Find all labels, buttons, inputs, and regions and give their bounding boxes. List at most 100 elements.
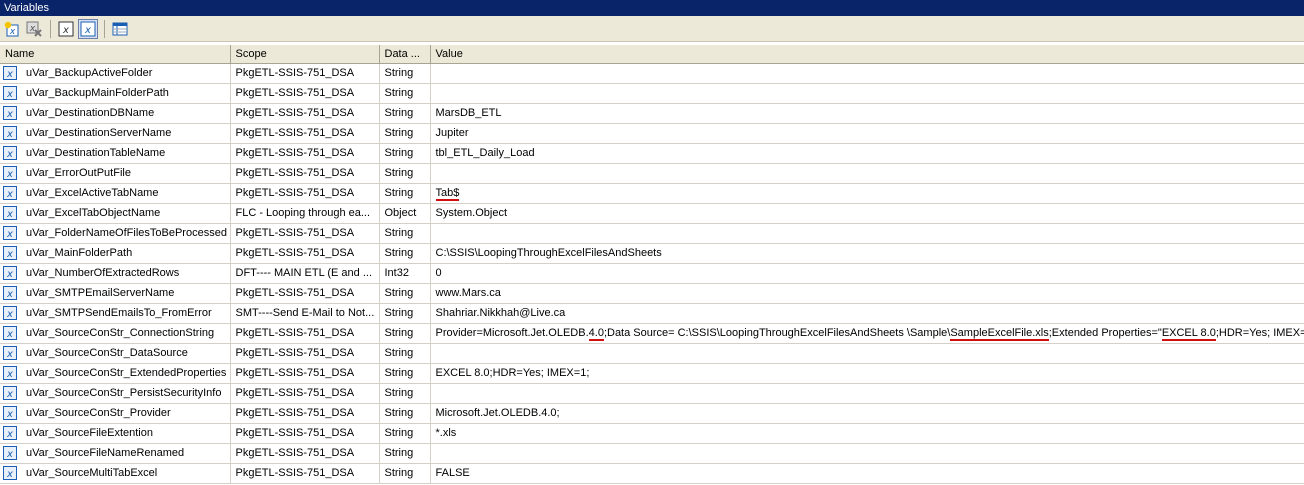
variable-data-type-cell[interactable]: String <box>379 343 431 364</box>
variable-name-cell[interactable]: x uVar_SourceConStr_ExtendedProperties <box>0 363 231 384</box>
variable-data-type-cell[interactable]: String <box>379 323 431 344</box>
delete-variable-button[interactable]: x <box>24 19 44 39</box>
variable-data-type-cell[interactable]: String <box>379 123 431 144</box>
variable-scope-cell[interactable]: DFT---- MAIN ETL (E and ... <box>230 263 380 284</box>
variable-value-cell[interactable] <box>430 383 1304 404</box>
table-row[interactable]: x uVar_BackupMainFolderPath PkgETL-SSIS-75… <box>0 83 1304 104</box>
variable-scope-cell[interactable]: PkgETL-SSIS-751_DSA <box>230 423 380 444</box>
variable-scope-cell[interactable]: PkgETL-SSIS-751_DSA <box>230 343 380 364</box>
table-row[interactable]: x uVar_SourceFileExtention PkgETL-SSIS-751… <box>0 423 1304 444</box>
table-row[interactable]: x uVar_SourceConStr_ConnectionString PkgET… <box>0 323 1304 344</box>
variable-data-type-cell[interactable]: String <box>379 103 431 124</box>
variable-name-cell[interactable]: x uVar_SourceConStr_PersistSecurityInfo <box>0 383 231 404</box>
variable-name-cell[interactable]: x uVar_FolderNameOfFilesToBeProcessed <box>0 223 231 244</box>
variable-data-type-cell[interactable]: String <box>379 443 431 464</box>
variable-name-cell[interactable]: x uVar_SourceMultiTabExcel <box>0 463 231 484</box>
variable-scope-cell[interactable]: PkgETL-SSIS-751_DSA <box>230 243 380 264</box>
variable-scope-cell[interactable]: PkgETL-SSIS-751_DSA <box>230 323 380 344</box>
variable-name-cell[interactable]: x uVar_SourceConStr_ConnectionString <box>0 323 231 344</box>
variable-scope-cell[interactable]: PkgETL-SSIS-751_DSA <box>230 103 380 124</box>
variable-scope-cell[interactable]: PkgETL-SSIS-751_DSA <box>230 383 380 404</box>
variable-data-type-cell[interactable]: String <box>379 223 431 244</box>
variable-name-cell[interactable]: x uVar_BackupActiveFolder <box>0 63 231 84</box>
variable-value-cell[interactable]: EXCEL 8.0;HDR=Yes; IMEX=1; <box>430 363 1304 384</box>
variable-value-cell[interactable]: Microsoft.Jet.OLEDB.4.0; <box>430 403 1304 424</box>
variable-scope-cell[interactable]: PkgETL-SSIS-751_DSA <box>230 443 380 464</box>
table-row[interactable]: x uVar_SourceMultiTabExcel PkgETL-SSIS-751… <box>0 463 1304 484</box>
variable-value-cell[interactable]: Jupiter <box>430 123 1304 144</box>
table-row[interactable]: x uVar_NumberOfExtractedRows DFT---- MAIN … <box>0 263 1304 284</box>
variable-value-cell[interactable]: *.xls <box>430 423 1304 444</box>
table-row[interactable]: x uVar_ErrorOutPutFile PkgETL-SSIS-751_DSA… <box>0 163 1304 184</box>
variable-scope-cell[interactable]: FLC - Looping through ea... <box>230 203 380 224</box>
table-row[interactable]: x uVar_FolderNameOfFilesToBeProcessed PkgE… <box>0 223 1304 244</box>
variable-data-type-cell[interactable]: String <box>379 183 431 204</box>
variable-value-cell[interactable] <box>430 83 1304 104</box>
variable-data-type-cell[interactable]: String <box>379 63 431 84</box>
variable-value-cell[interactable] <box>430 343 1304 364</box>
variable-value-cell[interactable]: www.Mars.ca <box>430 283 1304 304</box>
variable-scope-cell[interactable]: PkgETL-SSIS-751_DSA <box>230 363 380 384</box>
variable-value-cell[interactable] <box>430 443 1304 464</box>
table-row[interactable]: x uVar_DestinationDBName PkgETL-SSIS-751_D… <box>0 103 1304 124</box>
variable-data-type-cell[interactable]: String <box>379 143 431 164</box>
variable-name-cell[interactable]: x uVar_SourceFileNameRenamed <box>0 443 231 464</box>
variable-value-cell[interactable] <box>430 223 1304 244</box>
show-all-variables-button[interactable]: x <box>78 18 98 39</box>
variable-data-type-cell[interactable]: String <box>379 463 431 484</box>
column-header-name[interactable]: Name <box>0 45 231 64</box>
variable-scope-cell[interactable]: PkgETL-SSIS-751_DSA <box>230 223 380 244</box>
variable-name-cell[interactable]: x uVar_ErrorOutPutFile <box>0 163 231 184</box>
table-row[interactable]: x uVar_SourceConStr_DataSource PkgETL-SSIS… <box>0 343 1304 364</box>
table-row[interactable]: x uVar_ExcelTabObjectName FLC - Looping th… <box>0 203 1304 224</box>
variable-value-cell[interactable]: FALSE <box>430 463 1304 484</box>
variable-name-cell[interactable]: x uVar_DestinationTableName <box>0 143 231 164</box>
variable-data-type-cell[interactable]: String <box>379 83 431 104</box>
variable-data-type-cell[interactable]: Int32 <box>379 263 431 284</box>
variable-value-cell[interactable] <box>430 163 1304 184</box>
table-row[interactable]: x uVar_SourceFileNameRenamed PkgETL-SSIS-7… <box>0 443 1304 464</box>
variable-scope-cell[interactable]: PkgETL-SSIS-751_DSA <box>230 163 380 184</box>
add-variable-button[interactable]: x <box>2 19 22 39</box>
variable-scope-cell[interactable]: PkgETL-SSIS-751_DSA <box>230 123 380 144</box>
variable-scope-cell[interactable]: PkgETL-SSIS-751_DSA <box>230 63 380 84</box>
column-header-scope[interactable]: Scope <box>230 45 380 64</box>
variable-name-cell[interactable]: x uVar_DestinationServerName <box>0 123 231 144</box>
variable-name-cell[interactable]: x uVar_ExcelTabObjectName <box>0 203 231 224</box>
variable-value-cell[interactable]: 0 <box>430 263 1304 284</box>
variable-value-cell[interactable]: MarsDB_ETL <box>430 103 1304 124</box>
table-row[interactable]: x uVar_ExcelActiveTabName PkgETL-SSIS-751_… <box>0 183 1304 204</box>
variable-value-cell[interactable]: System.Object <box>430 203 1304 224</box>
variable-value-cell[interactable]: C:\SSIS\LoopingThroughExcelFilesAndSheet… <box>430 243 1304 264</box>
table-row[interactable]: x uVar_MainFolderPath PkgETL-SSIS-751_DSA S… <box>0 243 1304 264</box>
table-row[interactable]: x uVar_DestinationTableName PkgETL-SSIS-75… <box>0 143 1304 164</box>
variable-scope-cell[interactable]: PkgETL-SSIS-751_DSA <box>230 143 380 164</box>
variable-scope-cell[interactable]: PkgETL-SSIS-751_DSA <box>230 183 380 204</box>
table-row[interactable]: x uVar_SMTPSendEmailsTo_FromError SMT----S… <box>0 303 1304 324</box>
choose-columns-button[interactable] <box>110 19 130 39</box>
variable-name-cell[interactable]: x uVar_SourceFileExtention <box>0 423 231 444</box>
variable-value-cell[interactable]: Provider=Microsoft.Jet.OLEDB.4.0;Data So… <box>430 323 1304 344</box>
table-row[interactable]: x uVar_SourceConStr_ExtendedProperties Pkg… <box>0 363 1304 384</box>
variable-data-type-cell[interactable]: Object <box>379 203 431 224</box>
table-row[interactable]: x uVar_DestinationServerName PkgETL-SSIS-7… <box>0 123 1304 144</box>
table-row[interactable]: x uVar_SourceConStr_PersistSecurityInfo Pk… <box>0 383 1304 404</box>
variable-name-cell[interactable]: x uVar_SourceConStr_DataSource <box>0 343 231 364</box>
variable-name-cell[interactable]: x uVar_DestinationDBName <box>0 103 231 124</box>
variable-name-cell[interactable]: x uVar_SourceConStr_Provider <box>0 403 231 424</box>
variable-data-type-cell[interactable]: String <box>379 423 431 444</box>
variable-name-cell[interactable]: x uVar_MainFolderPath <box>0 243 231 264</box>
variable-name-cell[interactable]: x uVar_SMTPEmailServerName <box>0 283 231 304</box>
table-row[interactable]: x uVar_SMTPEmailServerName PkgETL-SSIS-751… <box>0 283 1304 304</box>
variable-scope-cell[interactable]: PkgETL-SSIS-751_DSA <box>230 283 380 304</box>
variable-value-cell[interactable]: Tab$ <box>430 183 1304 204</box>
column-header-value[interactable]: Value <box>430 45 1304 64</box>
variable-data-type-cell[interactable]: String <box>379 283 431 304</box>
variable-scope-cell[interactable]: PkgETL-SSIS-751_DSA <box>230 83 380 104</box>
column-header-data-type[interactable]: Data ... <box>379 45 431 64</box>
variable-data-type-cell[interactable]: String <box>379 363 431 384</box>
variable-name-cell[interactable]: x uVar_ExcelActiveTabName <box>0 183 231 204</box>
variable-name-cell[interactable]: x uVar_NumberOfExtractedRows <box>0 263 231 284</box>
variable-value-cell[interactable]: Shahriar.Nikkhah@Live.ca <box>430 303 1304 324</box>
variable-scope-cell[interactable]: SMT----Send E-Mail to Not... <box>230 303 380 324</box>
